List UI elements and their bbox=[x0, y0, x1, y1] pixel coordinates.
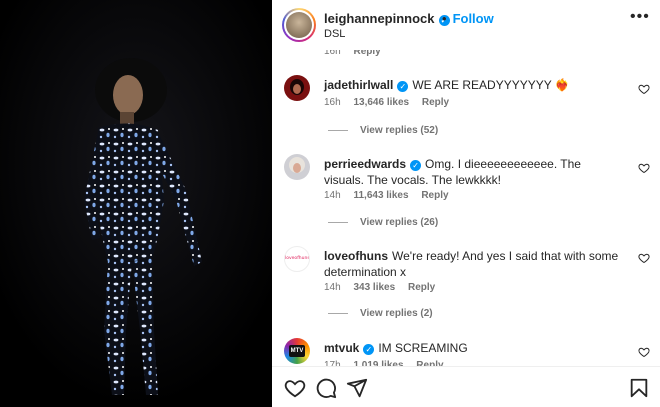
comment-meta: 14h 11,643 likes Reply bbox=[324, 190, 459, 201]
commenter-avatar-logo: MTV bbox=[290, 348, 304, 354]
follow-button[interactable]: • Follow bbox=[442, 11, 494, 26]
comment-text-block: perrieedwards ✓ Omg. I dieeeeeeeeeeee. The… bbox=[324, 156, 624, 188]
comment-likes[interactable]: 11,643 likes bbox=[353, 190, 408, 201]
like-comment-heart-icon[interactable] bbox=[638, 83, 650, 95]
more-options-icon[interactable]: ••• bbox=[630, 8, 650, 26]
view-replies-label[interactable]: View replies (2) bbox=[360, 308, 433, 319]
view-replies-label[interactable]: View replies (52) bbox=[360, 125, 438, 136]
like-comment-heart-icon[interactable] bbox=[638, 252, 650, 264]
bookmark-icon[interactable] bbox=[628, 377, 650, 399]
verified-badge-icon: ✓ bbox=[410, 160, 422, 171]
post-photo bbox=[0, 0, 272, 407]
comment-meta: 16h 13,646 likes Reply bbox=[324, 97, 459, 108]
author-username-text[interactable]: leighannepinnock bbox=[324, 11, 435, 26]
comment-icon[interactable] bbox=[315, 377, 337, 399]
commenter-username[interactable]: jadethirlwall bbox=[324, 78, 393, 92]
commenter-username[interactable]: loveofhuns bbox=[324, 249, 388, 263]
verified-badge-icon: ✓ bbox=[397, 81, 409, 92]
view-replies-label[interactable]: View replies (26) bbox=[360, 217, 438, 228]
comment-text: IM SCREAMING bbox=[378, 341, 468, 355]
follow-button-label[interactable]: Follow bbox=[453, 11, 494, 26]
comment-likes[interactable]: 13,646 likes bbox=[353, 97, 409, 108]
post-header: leighannepinnock ✓ • Follow DSL ••• bbox=[272, 0, 660, 50]
comment-time: 14h bbox=[324, 282, 341, 293]
comment-likes[interactable]: 343 likes bbox=[353, 282, 395, 293]
comment-meta: 14h 343 likes Reply bbox=[324, 282, 445, 293]
post-media[interactable] bbox=[0, 0, 272, 407]
commenter-avatar[interactable]: loveofhuns bbox=[284, 246, 310, 272]
commenter-avatar[interactable] bbox=[284, 75, 310, 101]
separator-dot: • bbox=[442, 11, 447, 26]
verified-badge-icon: ✓ bbox=[363, 344, 375, 355]
like-comment-heart-icon[interactable] bbox=[638, 162, 650, 174]
comments-panel: 16h Reply leighannepinnock ✓ • Follow DSL … bbox=[272, 0, 660, 407]
commenter-avatar-logo: loveofhuns bbox=[285, 256, 310, 261]
view-replies-button[interactable]: View replies (52) bbox=[328, 125, 438, 136]
comment-time: 16h bbox=[324, 97, 341, 108]
view-replies-button[interactable]: View replies (2) bbox=[328, 308, 433, 319]
view-replies-button[interactable]: View replies (26) bbox=[328, 217, 438, 228]
comment-text: WE ARE READYYYYYYY ❤️‍🔥 bbox=[412, 78, 570, 92]
post-action-bar bbox=[272, 366, 660, 407]
like-comment-heart-icon[interactable] bbox=[638, 346, 650, 358]
comment-text-block: loveofhuns We're ready! And yes I said th… bbox=[324, 248, 624, 280]
commenter-username[interactable]: perrieedwards bbox=[324, 157, 406, 171]
author-avatar[interactable] bbox=[282, 8, 316, 42]
heart-icon[interactable] bbox=[284, 377, 306, 399]
comment-text-block: mtvuk ✓ IM SCREAMING bbox=[324, 340, 624, 356]
author-username[interactable]: leighannepinnock ✓ bbox=[324, 11, 450, 26]
post-location[interactable]: DSL bbox=[324, 28, 345, 40]
commenter-avatar[interactable]: MTV bbox=[284, 338, 310, 364]
reply-button[interactable]: Reply bbox=[421, 190, 448, 201]
reply-button[interactable]: Reply bbox=[408, 282, 435, 293]
commenter-avatar[interactable] bbox=[284, 154, 310, 180]
commenter-username[interactable]: mtvuk bbox=[324, 341, 359, 355]
comment-time: 14h bbox=[324, 190, 341, 201]
comment-text-block: jadethirlwall ✓ WE ARE READYYYYYYY ❤️‍🔥 bbox=[324, 77, 624, 93]
paper-plane-icon[interactable] bbox=[346, 377, 368, 399]
reply-button[interactable]: Reply bbox=[422, 97, 449, 108]
